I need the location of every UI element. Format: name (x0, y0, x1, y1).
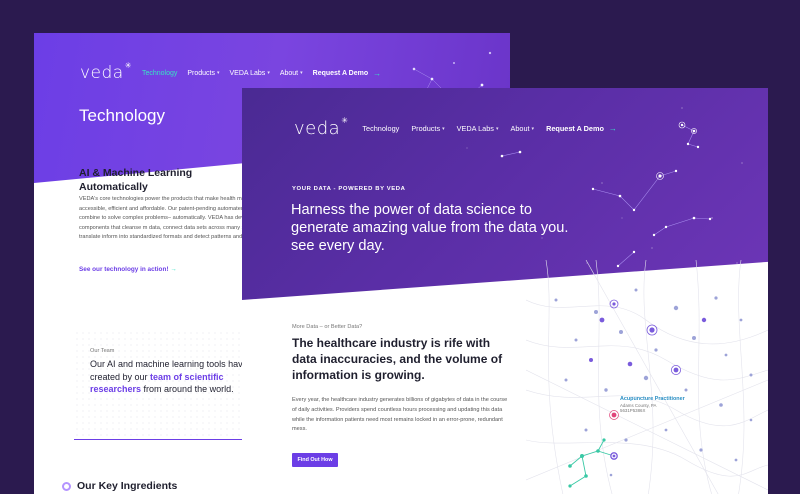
ingredients-heading: Our Key Ingredients (77, 480, 178, 492)
chevron-down-icon: ▾ (442, 125, 445, 132)
nav-label: Products (187, 69, 215, 77)
back-nav-products[interactable]: Products ▾ (187, 70, 219, 77)
chevron-down-icon: ▾ (216, 70, 220, 76)
front-nav-veda-labs[interactable]: VEDA Labs ▾ (457, 124, 499, 133)
nav-label: VEDA Labs (456, 124, 494, 133)
link-label: See our technology in action! (79, 266, 169, 273)
arrow-right-icon: → (170, 266, 177, 273)
back-request-demo-link[interactable]: Request A Demo → (313, 69, 382, 78)
logo-text: veda (80, 63, 124, 83)
content-eyebrow: More Data – or Better Data? (292, 324, 363, 330)
map-callout-title: Acupuncture Practitioner (620, 396, 685, 402)
hero-headline: Harness the power of data science to gen… (291, 202, 569, 254)
data-network-map (526, 260, 768, 494)
team-eyebrow: Our Team (90, 348, 115, 354)
chevron-down-icon: ▾ (495, 125, 499, 132)
nav-label: Products (411, 124, 441, 133)
section-body: VEDA's core technologies power the produ… (79, 196, 266, 241)
team-text-end: from around the world. (141, 384, 234, 394)
back-nav-about[interactable]: About ▾ (280, 70, 303, 77)
front-nav-about[interactable]: About ▾ (510, 124, 534, 133)
logo-spark-icon: ✳ (124, 61, 132, 70)
veda-logo[interactable]: veda ✳ (294, 116, 349, 139)
nav-label: About (510, 124, 530, 133)
chevron-down-icon: ▾ (300, 70, 303, 76)
technology-in-action-link[interactable]: See our technology in action! → (79, 266, 177, 273)
ring-icon (62, 481, 71, 491)
nav-label: Technology (141, 69, 178, 77)
back-nav-veda-labs[interactable]: VEDA Labs ▾ (230, 70, 270, 77)
content-heading: The healthcare industry is rife with dat… (292, 336, 503, 383)
front-nav-products[interactable]: Products ▾ (411, 124, 444, 133)
nav-cta-label: Request A Demo (546, 124, 604, 133)
veda-logo[interactable]: veda ✳ (80, 61, 132, 83)
content-body: Every year, the healthcare industry gene… (292, 397, 508, 433)
back-nav-technology[interactable]: Technology (142, 70, 177, 77)
front-page: veda ✳ Technology Products ▾ VEDA Labs ▾ Ab… (242, 88, 768, 494)
section-heading: AI & Machine Learning Automatically (79, 167, 193, 193)
front-request-demo-link[interactable]: Request A Demo → (546, 124, 617, 133)
hero-eyebrow: YOUR DATA - POWERED BY VEDA (292, 186, 406, 192)
arrow-right-icon: → (373, 68, 382, 78)
ingredients-heading-row: Our Key Ingredients (62, 480, 177, 492)
nav-label: Technology (362, 124, 400, 133)
map-callout: Acupuncture Practitioner Adams County, P… (620, 396, 685, 413)
logo-spark-icon: ✳ (341, 116, 349, 125)
nav-cta-label: Request A Demo (312, 69, 369, 77)
page-title: Technology (79, 106, 166, 125)
map-callout-code: 5631P5386X (620, 408, 646, 413)
logo-text: veda (294, 118, 341, 139)
nav-label: VEDA Labs (229, 69, 266, 77)
back-nav-bar: veda ✳ Technology Products ▾ VEDA Labs ▾ Ab… (80, 61, 382, 83)
chevron-down-icon: ▾ (267, 70, 270, 76)
find-out-how-button[interactable]: Find Out How (292, 453, 338, 467)
front-nav-technology[interactable]: Technology (362, 124, 399, 133)
nav-label: About (279, 69, 299, 77)
arrow-right-icon: → (608, 124, 617, 133)
chevron-down-icon: ▾ (531, 125, 535, 132)
front-nav-bar: veda ✳ Technology Products ▾ VEDA Labs ▾ Ab… (294, 116, 617, 139)
